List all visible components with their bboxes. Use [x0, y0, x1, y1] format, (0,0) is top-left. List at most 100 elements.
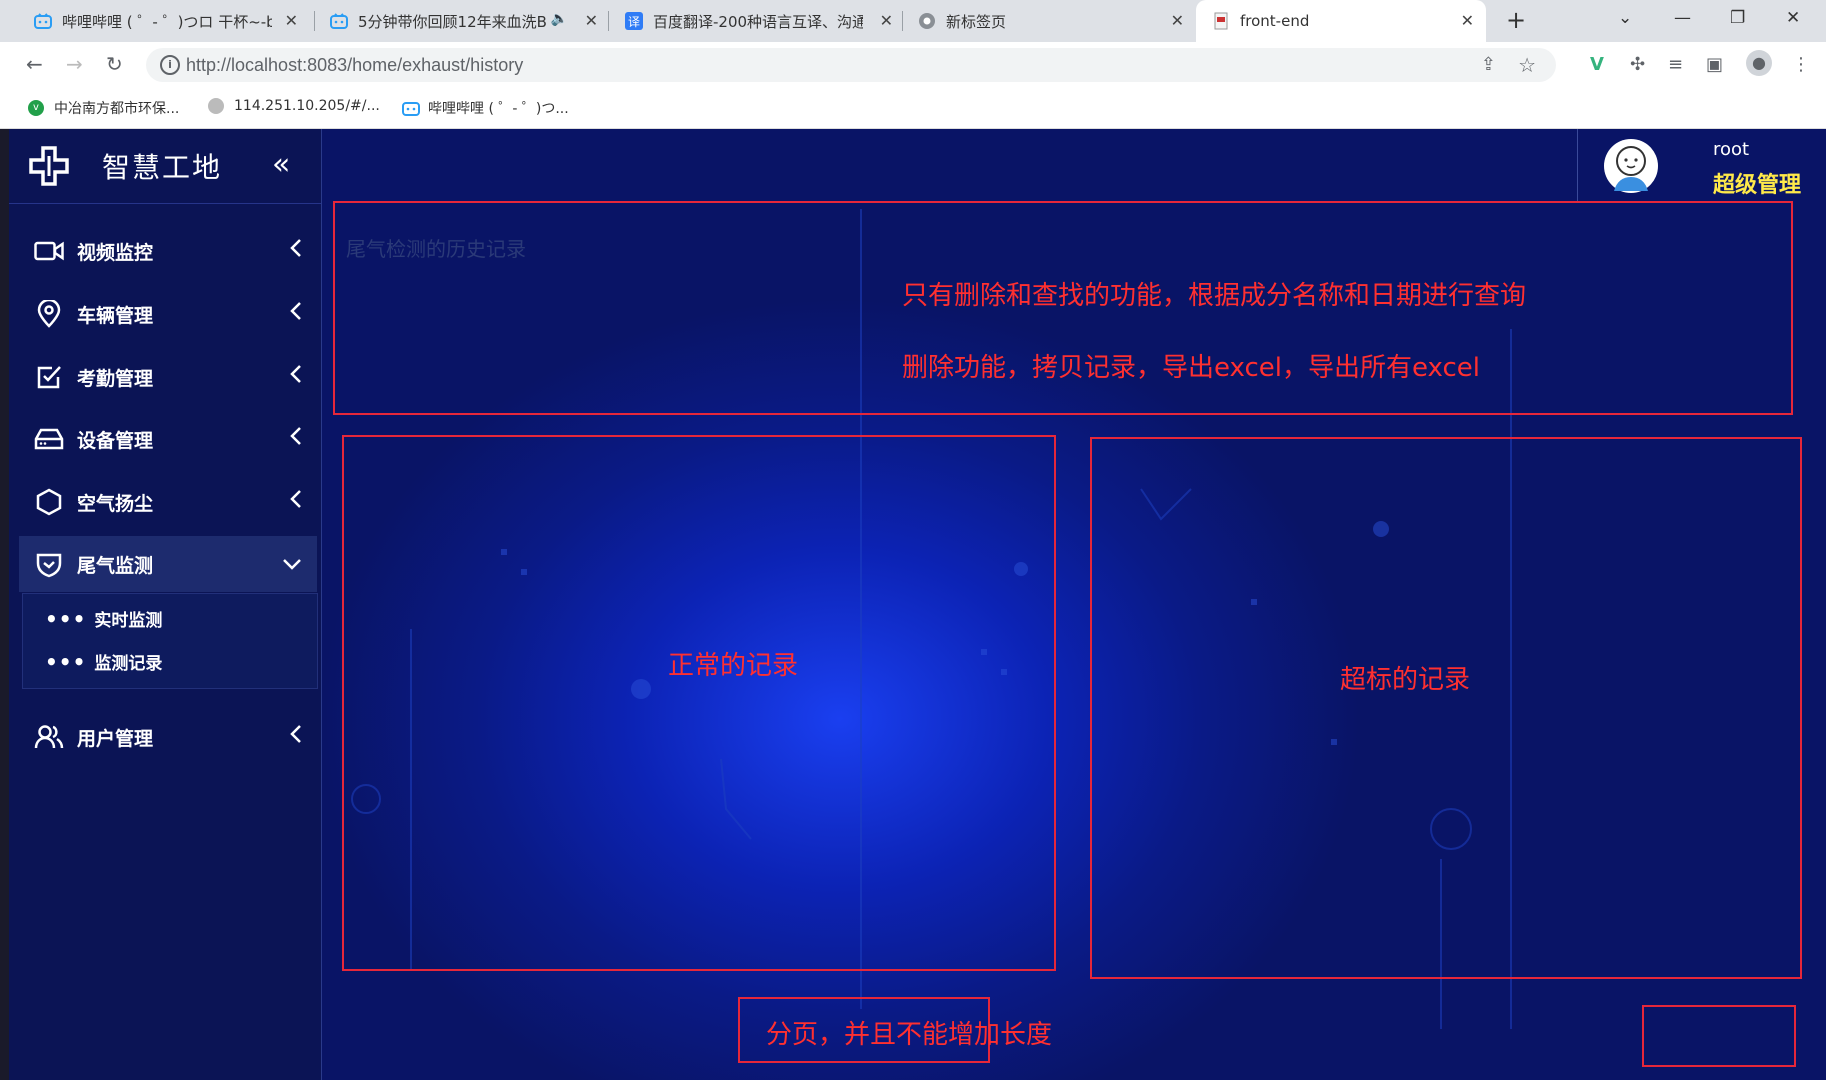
chevron-left-icon — [289, 237, 303, 264]
share-icon[interactable]: ⇪ — [1481, 54, 1496, 75]
window-edge — [0, 129, 9, 1080]
dots-icon: ••• — [45, 606, 87, 631]
bookmark-label: 114.251.10.205/#/... — [234, 98, 380, 114]
logo-row: 智慧工地 « — [9, 129, 321, 204]
close-icon[interactable]: ✕ — [285, 11, 298, 30]
star-icon[interactable]: ☆ — [1518, 53, 1536, 77]
url-text: http://localhost:8083/home/exhaust/histo… — [186, 55, 524, 75]
info-icon[interactable]: i — [160, 55, 180, 75]
menu-icon[interactable]: ⋮ — [1792, 54, 1810, 75]
browser-tab[interactable]: 哔哩哔哩 ( ゜- ゜)つロ 干杯~-bili ✕ — [0, 0, 310, 42]
submenu-exhaust: ••• 实时监测 ••• 监测记录 — [22, 593, 318, 689]
bookmark-label: 哔哩哔哩 ( ゜- ゜)つ... — [428, 101, 569, 117]
new-tab-icon[interactable]: + — [1506, 6, 1526, 34]
url-field[interactable]: i http://localhost:8083/home/exhaust/his… — [146, 48, 1556, 82]
browser-tab[interactable]: 新标签页 ✕ — [898, 0, 1196, 42]
app-viewport: 智慧工地 « 视频监控 车辆管理 考勤管理 设备管理 空气扬尘 尾气监测 •••… — [0, 129, 1826, 1080]
menu-label: 视频监控 — [77, 241, 154, 264]
browser-tab[interactable]: 5分钟带你回顾12年来血洗B 🔈 ✕ — [310, 0, 610, 42]
bilibili-icon — [402, 100, 420, 116]
annotation-search-note: 只有删除和查找的功能，根据成分名称和日期进行查询 — [902, 281, 1527, 311]
browser-tab-bar: 哔哩哔哩 ( ゜- ゜)つロ 干杯~-bili ✕ 5分钟带你回顾12年来血洗B… — [0, 0, 1826, 42]
user-panel[interactable]: root 超级管理 — [1577, 129, 1826, 201]
menu-label: 车辆管理 — [77, 304, 154, 327]
extensions-icon[interactable]: ✣ — [1630, 54, 1645, 75]
tab-search-icon[interactable]: ⌄ — [1618, 8, 1632, 28]
side-panel-icon[interactable]: ▣ — [1706, 54, 1723, 75]
tab-title: 哔哩哔哩 ( ゜- ゜)つロ 干杯~-bili — [62, 12, 272, 31]
menu-item-video[interactable]: 视频监控 — [19, 223, 317, 279]
tab-title: 百度翻译-200种语言互译、沟通 — [653, 12, 863, 31]
menu-label: 空气扬尘 — [77, 492, 154, 515]
hexagon-icon — [33, 486, 65, 518]
device-icon — [33, 423, 65, 455]
shield-check-icon — [33, 548, 65, 580]
chrome-icon — [918, 12, 936, 30]
close-icon[interactable]: ✕ — [1461, 11, 1474, 30]
bilibili-icon — [34, 12, 52, 30]
collapse-sidebar-icon[interactable]: « — [272, 147, 290, 182]
avatar[interactable] — [1604, 139, 1658, 193]
chevron-left-icon — [289, 723, 303, 750]
dots-icon: ••• — [45, 649, 87, 674]
location-pin-icon — [33, 298, 65, 330]
bookmark-item[interactable]: 114.251.10.205/#/... — [208, 98, 380, 114]
users-icon — [33, 721, 65, 753]
menu-label: 用户管理 — [77, 727, 154, 750]
exceeded-records-annotation-box — [1090, 437, 1802, 979]
submenu-label: 实时监测 — [94, 611, 163, 631]
chevron-left-icon — [289, 363, 303, 390]
window-close-icon[interactable]: ✕ — [1786, 8, 1800, 28]
menu-item-users[interactable]: 用户管理 — [19, 709, 317, 765]
profile-icon[interactable]: ● — [1746, 50, 1772, 76]
reload-icon[interactable]: ↻ — [106, 52, 123, 76]
gear-icon — [208, 98, 224, 114]
page-icon — [1212, 12, 1230, 30]
minimize-icon[interactable]: — — [1674, 8, 1691, 28]
app-title: 智慧工地 — [102, 151, 223, 184]
vue-devtools-icon[interactable]: V — [1590, 54, 1604, 75]
menu-item-device[interactable]: 设备管理 — [19, 411, 317, 467]
close-icon[interactable]: ✕ — [585, 11, 598, 30]
annotation-normal-records: 正常的记录 — [668, 651, 799, 681]
close-icon[interactable]: ✕ — [1171, 11, 1184, 30]
bookmark-item[interactable]: v 中冶南方都市环保... — [28, 98, 179, 118]
browser-tab-active[interactable]: front-end ✕ — [1196, 0, 1486, 42]
submenu-label: 监测记录 — [94, 654, 163, 674]
annotation-exceeded-records: 超标的记录 — [1340, 665, 1471, 695]
logo-icon — [29, 146, 69, 190]
chevron-down-icon — [281, 554, 303, 576]
tab-title: front-end — [1240, 12, 1310, 30]
submenu-item-realtime[interactable]: ••• 实时监测 — [45, 606, 163, 632]
menu-label: 设备管理 — [77, 429, 154, 452]
close-icon[interactable]: ✕ — [880, 11, 893, 30]
annotation-actions-note: 删除功能，拷贝记录，导出excel，导出所有excel — [902, 353, 1480, 383]
bookmark-item[interactable]: 哔哩哔哩 ( ゜- ゜)つ... — [402, 98, 569, 118]
menu-item-air-dust[interactable]: 空气扬尘 — [19, 474, 317, 530]
tab-title: 5分钟带你回顾12年来血洗B — [358, 12, 547, 31]
sidebar: 智慧工地 « 视频监控 车辆管理 考勤管理 设备管理 空气扬尘 尾气监测 •••… — [9, 129, 322, 1080]
user-role: 超级管理 — [1713, 173, 1802, 198]
bookmark-label: 中冶南方都市环保... — [54, 101, 180, 117]
annotation-pagination: 分页，并且不能增加长度 — [766, 1020, 1053, 1050]
normal-records-annotation-box — [342, 435, 1056, 971]
restore-icon[interactable]: ❐ — [1730, 8, 1745, 28]
menu-item-attendance[interactable]: 考勤管理 — [19, 349, 317, 405]
forward-icon[interactable]: → — [66, 52, 83, 76]
chevron-left-icon — [289, 300, 303, 327]
reading-list-icon[interactable]: ≡ — [1668, 54, 1683, 75]
chevron-left-icon — [289, 425, 303, 452]
tab-title: 新标签页 — [946, 12, 1007, 31]
menu-label: 考勤管理 — [77, 367, 154, 390]
menu-item-vehicle[interactable]: 车辆管理 — [19, 286, 317, 342]
back-icon[interactable]: ← — [26, 52, 43, 76]
bookmarks-bar: v 中冶南方都市环保... 114.251.10.205/#/... 哔哩哔哩 … — [0, 88, 1826, 129]
username: root — [1713, 139, 1750, 160]
submenu-item-records[interactable]: ••• 监测记录 — [45, 649, 163, 675]
address-bar: ← → ↻ i http://localhost:8083/home/exhau… — [0, 42, 1826, 88]
speaker-icon[interactable]: 🔈 — [551, 11, 568, 27]
browser-tab[interactable]: 译 百度翻译-200种语言互译、沟通 ✕ — [605, 0, 905, 42]
checkbox-icon — [33, 361, 65, 393]
menu-item-exhaust[interactable]: 尾气监测 — [19, 536, 317, 592]
site-icon: v — [28, 100, 44, 116]
